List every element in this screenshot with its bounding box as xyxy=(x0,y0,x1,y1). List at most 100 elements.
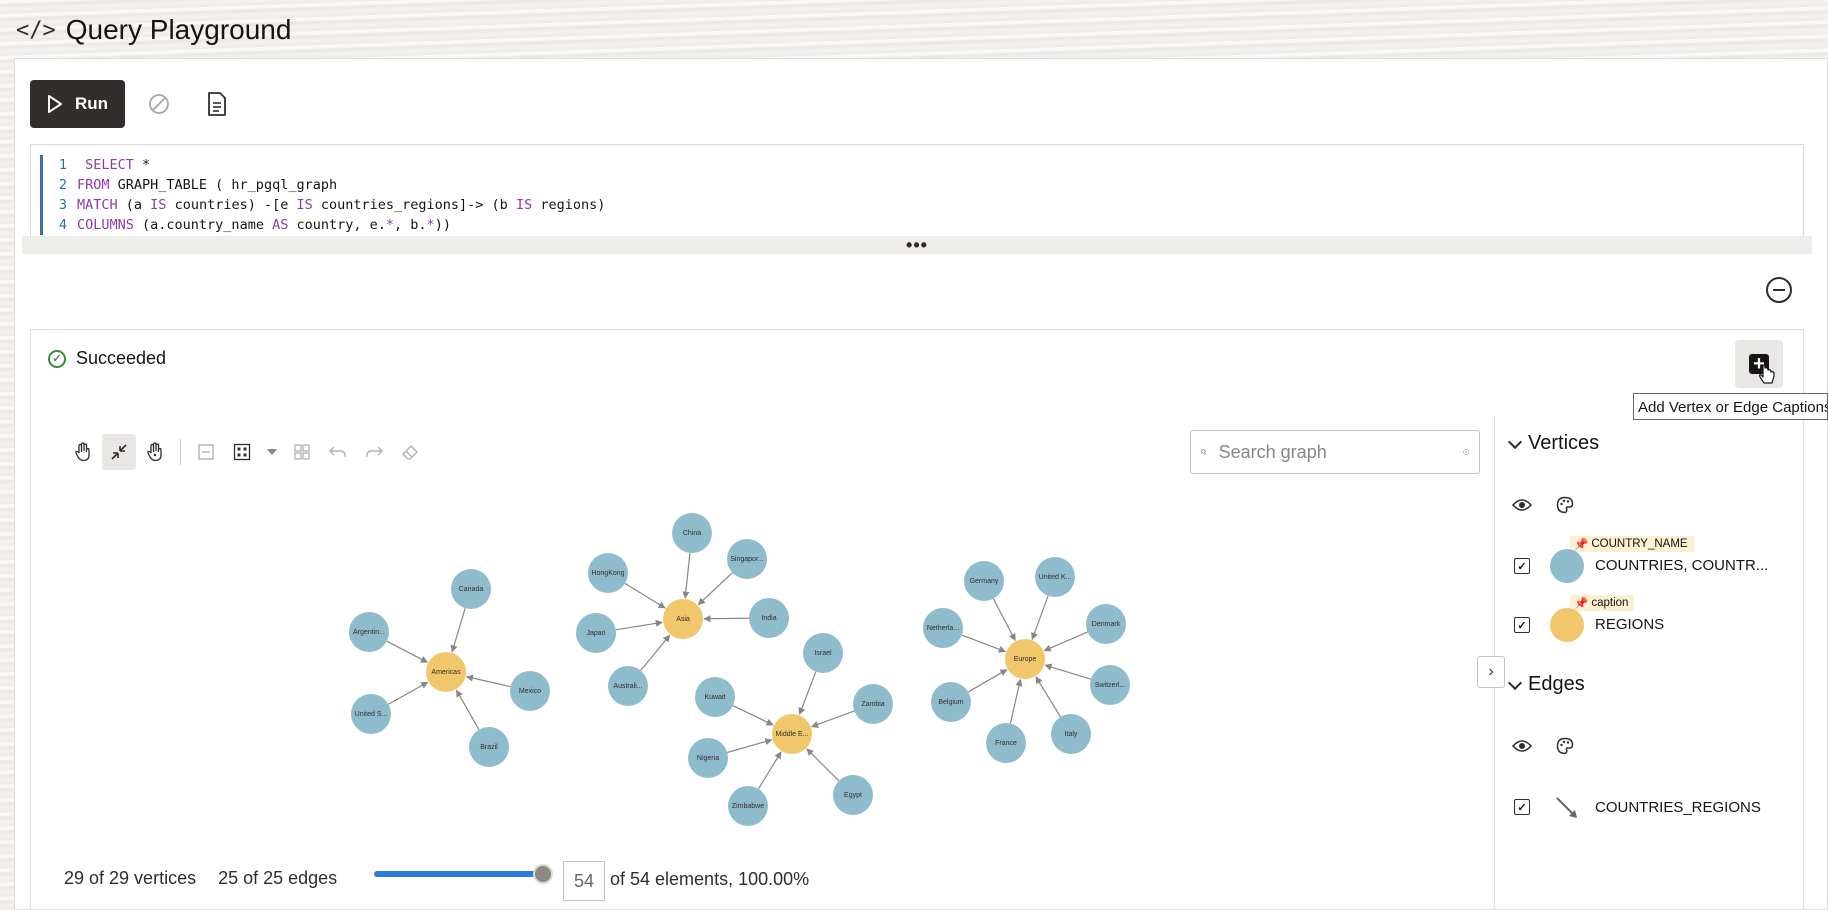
graph-edge[interactable] xyxy=(1031,595,1049,640)
elements-slider-track[interactable] xyxy=(374,871,544,877)
country-vertex[interactable]: Mexico xyxy=(510,671,550,711)
region-vertex[interactable]: Europe xyxy=(1005,639,1045,679)
country-vertex[interactable]: HongKong xyxy=(588,553,628,593)
graph-edge[interactable] xyxy=(388,681,429,705)
graph-edge[interactable] xyxy=(806,748,840,782)
redo-button[interactable] xyxy=(357,434,391,470)
country-vertex[interactable]: Netherla... xyxy=(923,608,963,648)
graph-edge[interactable] xyxy=(967,669,1008,693)
graph-edge[interactable] xyxy=(615,619,663,631)
edges-actions xyxy=(1512,737,1574,755)
clear-button[interactable] xyxy=(393,434,427,470)
country-vertex[interactable]: United K... xyxy=(1035,557,1075,597)
palette-icon[interactable] xyxy=(1556,737,1574,755)
toggle-side-panel-button[interactable]: › xyxy=(1477,656,1505,688)
region-vertex[interactable]: Middle E... xyxy=(772,714,812,754)
country-vertex[interactable]: Japan xyxy=(576,613,616,653)
country-vertex[interactable]: Egypt xyxy=(833,775,873,815)
graph-edge[interactable] xyxy=(697,572,733,606)
edges-section-header[interactable]: Edges xyxy=(1507,673,1585,696)
graph-canvas[interactable]: Canada Argentin... Mexico United S... Brazil… xyxy=(300,500,1480,840)
cancel-icon xyxy=(149,94,169,114)
graph-edge[interactable] xyxy=(811,710,855,728)
clear-search-icon[interactable] xyxy=(1462,443,1469,461)
eye-icon[interactable] xyxy=(1512,739,1532,753)
pan-button[interactable] xyxy=(66,434,100,470)
graph-edge[interactable] xyxy=(703,615,750,623)
graph-edge[interactable] xyxy=(1009,678,1023,724)
country-vertex[interactable]: Argentin... xyxy=(349,612,389,652)
country-vertex[interactable]: Brazil xyxy=(469,727,509,767)
country-vertex[interactable]: Zimbabwe xyxy=(728,786,768,826)
explain-plan-button[interactable] xyxy=(200,87,234,121)
country-vertex[interactable]: Italy xyxy=(1051,714,1091,754)
graph-edge[interactable] xyxy=(682,552,691,599)
edge-visibility-checkbox[interactable]: ✓ xyxy=(1514,799,1530,815)
badge-label: caption xyxy=(1591,597,1629,609)
graph-edge[interactable] xyxy=(1043,631,1088,652)
vertex-visibility-checkbox[interactable]: ✓ xyxy=(1514,558,1530,574)
cancel-button[interactable] xyxy=(142,87,176,121)
group-button[interactable] xyxy=(225,434,259,470)
collapse-button[interactable] xyxy=(189,434,223,470)
country-vertex[interactable]: Belgium xyxy=(931,682,971,722)
country-vertex[interactable]: United S... xyxy=(351,694,391,734)
country-vertex[interactable]: India xyxy=(749,598,789,638)
fit-to-screen-button[interactable] xyxy=(102,434,136,470)
query-editor[interactable]: 1 SELECT * 2 FROM GRAPH_TABLE ( hr_pgql_gr… xyxy=(30,144,1804,236)
country-vertex[interactable]: France xyxy=(986,723,1026,763)
graph-edge[interactable] xyxy=(961,634,1007,653)
country-vertex[interactable]: Denmark xyxy=(1086,604,1126,644)
vertex-visibility-checkbox[interactable]: ✓ xyxy=(1514,617,1530,633)
country-vertex[interactable]: Kuwait xyxy=(695,677,735,717)
layout-button[interactable] xyxy=(285,434,319,470)
elements-summary: of 54 elements, 100.00% xyxy=(610,869,810,889)
pointer-cursor-icon xyxy=(1759,364,1775,384)
vertex-color-swatch[interactable] xyxy=(1550,549,1584,583)
graph-edge[interactable] xyxy=(624,582,666,609)
graph-edge[interactable] xyxy=(450,607,466,653)
palette-icon[interactable] xyxy=(1556,496,1574,514)
country-vertex[interactable]: Australi... xyxy=(608,666,648,706)
graph-edge[interactable] xyxy=(798,671,817,716)
chevron-right-icon: › xyxy=(1488,663,1494,680)
editor-resize-handle[interactable]: ••• xyxy=(22,235,1812,255)
vertices-section-header[interactable]: Vertices xyxy=(1507,432,1599,455)
country-vertex[interactable]: Israel xyxy=(803,633,843,673)
line-number: 2 xyxy=(58,177,67,193)
country-vertex[interactable]: Nigeria xyxy=(688,738,728,778)
eye-icon[interactable] xyxy=(1512,498,1532,512)
graph-edge[interactable] xyxy=(727,738,773,754)
group-dropdown-button[interactable] xyxy=(261,434,283,470)
graph-edge[interactable] xyxy=(992,598,1016,642)
country-vertex[interactable]: Singapor... xyxy=(727,539,767,579)
graph-edge[interactable] xyxy=(1035,676,1062,718)
graph-edge[interactable] xyxy=(640,634,671,671)
country-vertex[interactable]: Canada xyxy=(451,569,491,609)
select-button[interactable] xyxy=(138,434,172,470)
graph-edge[interactable] xyxy=(732,705,774,726)
status-text: Succeeded xyxy=(76,348,167,368)
elements-count-input[interactable]: 54 xyxy=(563,861,605,901)
undo-button[interactable] xyxy=(321,434,355,470)
graph-edge[interactable] xyxy=(455,689,480,730)
caption-badge: 📌 COUNTRY_NAME xyxy=(1570,536,1694,552)
graph-edge[interactable] xyxy=(386,640,429,663)
country-vertex[interactable]: Germany xyxy=(964,561,1004,601)
collapse-result-button[interactable] xyxy=(1766,277,1792,303)
edge-arrow-icon[interactable] xyxy=(1554,795,1580,821)
add-caption-button[interactable]: + xyxy=(1735,340,1783,388)
graph-edge[interactable] xyxy=(1044,663,1092,680)
region-vertex[interactable]: Americas xyxy=(426,652,466,692)
elements-slider-thumb[interactable] xyxy=(533,864,553,884)
region-vertex[interactable]: Asia xyxy=(663,599,703,639)
country-vertex[interactable]: China xyxy=(672,513,712,553)
search-graph-box[interactable] xyxy=(1190,430,1480,474)
graph-edge[interactable] xyxy=(465,674,511,688)
country-vertex[interactable]: Switzerl... xyxy=(1090,665,1130,705)
vertex-color-swatch[interactable] xyxy=(1550,608,1584,642)
graph-edge[interactable] xyxy=(757,751,782,790)
country-vertex[interactable]: Zambia xyxy=(853,684,893,724)
search-graph-input[interactable] xyxy=(1216,440,1453,464)
run-button[interactable]: Run xyxy=(30,80,125,128)
